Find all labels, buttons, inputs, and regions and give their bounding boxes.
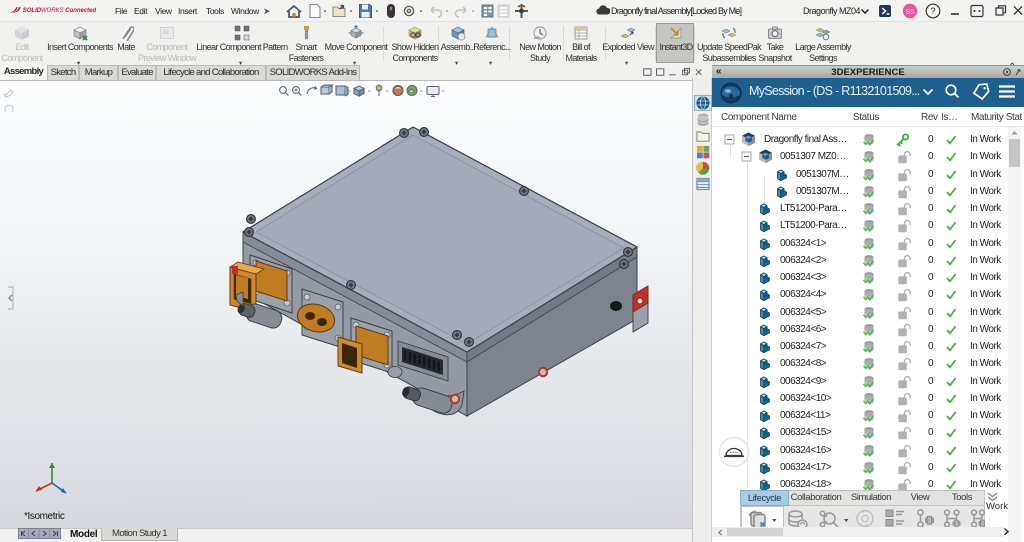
svg-text:?: ? [930, 6, 935, 17]
svg-text:SOLIDWORKS Connected: SOLIDWORKS Connected [23, 8, 97, 14]
svg-text:SS: SS [905, 9, 915, 16]
